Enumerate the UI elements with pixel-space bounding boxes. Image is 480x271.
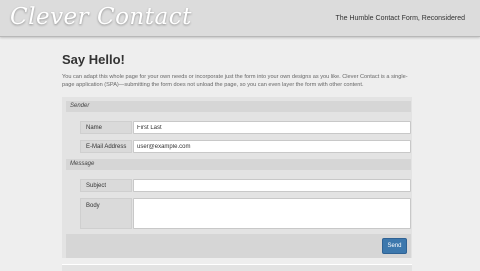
body-label: Body xyxy=(80,198,132,229)
page-title: Say Hello! xyxy=(62,52,125,67)
site-header: Clever Contact The Humble Contact Form, … xyxy=(0,0,480,37)
site-logo[interactable]: Clever Contact xyxy=(10,4,192,30)
form-actions: Send xyxy=(66,234,411,258)
send-button[interactable]: Send xyxy=(382,238,407,254)
site-tagline: The Humble Contact Form, Reconsidered xyxy=(335,15,465,22)
main-content: Say Hello! You can adapt this whole page… xyxy=(62,52,412,89)
contact-form: Sender Name E-Mail Address Message Subje… xyxy=(62,97,412,258)
subject-label: Subject xyxy=(80,179,132,192)
intro-text: You can adapt this whole page for your o… xyxy=(62,74,408,88)
email-field[interactable] xyxy=(133,140,411,153)
body-field[interactable] xyxy=(133,198,411,229)
name-label: Name xyxy=(80,121,132,134)
email-label: E-Mail Address xyxy=(80,140,132,153)
name-field[interactable] xyxy=(133,121,411,134)
sender-legend: Sender xyxy=(66,101,411,112)
message-legend: Message xyxy=(66,159,411,170)
subject-field[interactable] xyxy=(133,179,411,192)
